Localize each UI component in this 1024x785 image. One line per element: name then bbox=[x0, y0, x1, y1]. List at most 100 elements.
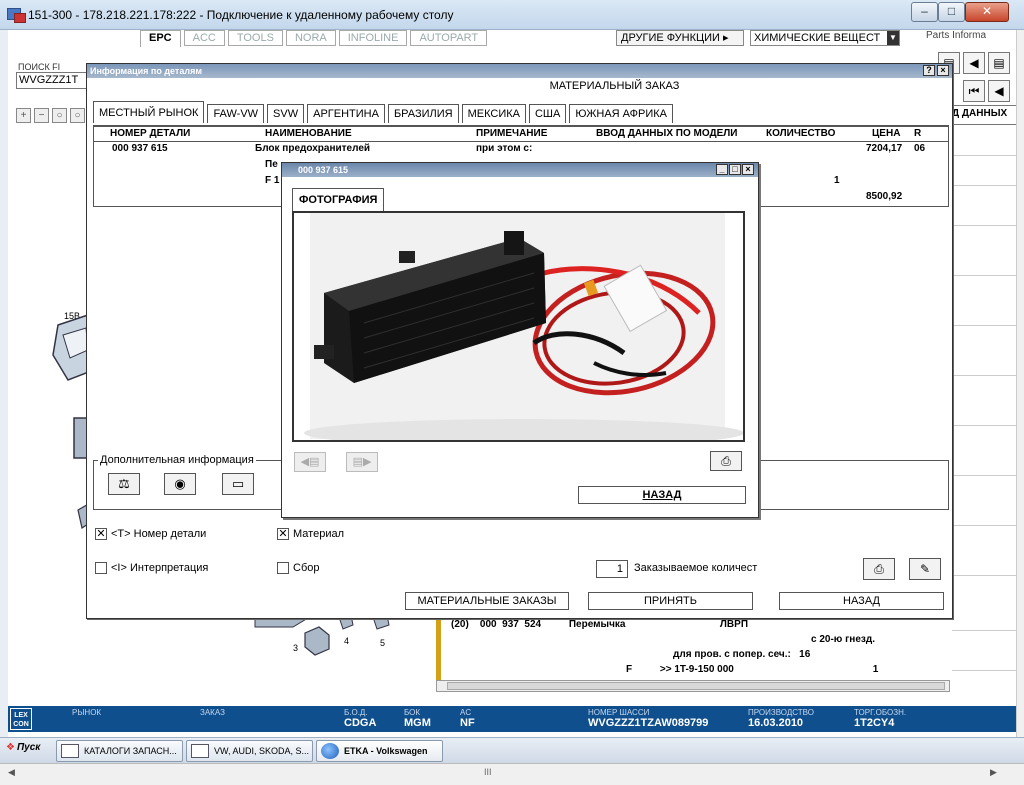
checkbox-checked[interactable]: ✕ bbox=[277, 528, 289, 540]
list-item: с 20-ю гнезд. bbox=[811, 634, 875, 645]
market-tabs: МЕСТНЫЙ РЫНОК FAW-VW SVW АРГЕНТИНА БРАЗИ… bbox=[93, 101, 676, 123]
scroll-right-icon[interactable]: ▶ bbox=[990, 767, 997, 778]
part-number: 000 937 615 bbox=[112, 143, 168, 154]
scroll-thumb[interactable] bbox=[447, 682, 945, 690]
task-label: VW, AUDI, SKODA, S... bbox=[214, 746, 310, 756]
first-page-icon[interactable]: ⏮ bbox=[963, 80, 985, 102]
checkbox-label: Материал bbox=[293, 528, 344, 540]
tab-epc[interactable]: EPC bbox=[140, 30, 181, 47]
table-row[interactable]: 000 937 615 Блок предохранителей при это… bbox=[94, 142, 948, 158]
tab-autopart[interactable]: AUTOPART bbox=[410, 30, 488, 46]
scale-icon[interactable]: ⚖ bbox=[108, 473, 140, 495]
zoom-reset-icon[interactable]: ○ bbox=[70, 108, 85, 123]
bod-label: Б.О.Д. bbox=[344, 708, 368, 717]
doc-icon[interactable]: ▤ bbox=[988, 52, 1010, 74]
photo-dialog: 000 937 615 _ □ × ФОТОГРАФИЯ ◀▤ ▤▶ ⎙ НАЗ… bbox=[281, 162, 759, 518]
help-icon[interactable]: ? bbox=[923, 65, 935, 76]
accept-button[interactable]: ПРИНЯТЬ bbox=[588, 592, 753, 610]
checkbox-unchecked[interactable] bbox=[95, 562, 107, 574]
tab-nora[interactable]: NORA bbox=[285, 30, 336, 46]
edit-icon[interactable]: ✎ bbox=[909, 558, 941, 580]
col-qty: КОЛИЧЕСТВО bbox=[766, 128, 836, 139]
ac-value: NF bbox=[460, 717, 475, 729]
order-quantity-label: Заказываемое количест bbox=[634, 562, 758, 574]
col-r: R bbox=[914, 128, 922, 139]
material-orders-button[interactable]: МАТЕРИАЛЬНЫЕ ЗАКАЗЫ bbox=[405, 592, 569, 610]
start-button[interactable]: Пуск bbox=[6, 742, 40, 753]
diagram-label: 4 bbox=[344, 636, 350, 646]
right-scrollbar[interactable] bbox=[1016, 30, 1024, 737]
bottom-hscrollbar[interactable]: ◀ III ▶ bbox=[0, 763, 1024, 785]
next-photo-icon[interactable]: ▤▶ bbox=[346, 452, 378, 472]
chassis-value: WVGZZZ1TZAW089799 bbox=[588, 717, 709, 729]
close-button[interactable]: ✕ bbox=[965, 2, 1009, 22]
task-etka[interactable]: ETKA - Volkswagen bbox=[316, 740, 443, 762]
col-price: ЦЕНА bbox=[872, 128, 901, 139]
dialog-title: Информация по деталям bbox=[90, 66, 202, 76]
col-model: ВВОД ДАННЫХ ПО МОДЕЛИ bbox=[596, 128, 738, 139]
zoom-fit-icon[interactable]: ○ bbox=[52, 108, 67, 123]
printer-icon[interactable]: ⎙ bbox=[710, 451, 742, 471]
tab-tools[interactable]: TOOLS bbox=[227, 30, 283, 46]
order-quantity-input[interactable]: 1 bbox=[596, 560, 628, 578]
tab-photo[interactable]: ФОТОГРАФИЯ bbox=[292, 188, 385, 211]
task-label: ETKA - Volkswagen bbox=[344, 746, 428, 756]
zoom-in-icon[interactable]: + bbox=[16, 108, 31, 123]
scroll-grip[interactable]: III bbox=[484, 767, 492, 777]
tab-brazil[interactable]: БРАЗИЛИЯ bbox=[387, 104, 459, 123]
fuse-block-photo bbox=[304, 213, 744, 447]
tab-south-africa[interactable]: ЮЖНАЯ АФРИКА bbox=[569, 104, 673, 123]
tab-mexico[interactable]: МЕКСИКА bbox=[461, 104, 526, 123]
list-hscrollbar[interactable] bbox=[436, 680, 950, 692]
back-page-icon[interactable]: ◀ bbox=[963, 52, 985, 74]
tab-usa[interactable]: США bbox=[528, 104, 567, 123]
search-label: ПОИСК FI bbox=[18, 62, 61, 72]
scroll-left-icon[interactable]: ◀ bbox=[8, 767, 15, 778]
trade-label: ТОРГ.ОБОЗН. bbox=[854, 708, 907, 717]
bok-label: БОК bbox=[404, 708, 421, 717]
part-qty: 1 bbox=[834, 175, 840, 186]
material-checkbox[interactable]: ✕ Материал bbox=[277, 528, 344, 540]
part-number-checkbox[interactable]: ✕ <T> Номер детали bbox=[95, 528, 206, 540]
maximize-button[interactable]: □ bbox=[938, 2, 965, 22]
back-button[interactable]: НАЗАД bbox=[779, 592, 944, 610]
tab-infoline[interactable]: INFOLINE bbox=[338, 30, 408, 46]
prev-photo-icon[interactable]: ◀▤ bbox=[294, 452, 326, 472]
col-name: НАИМЕНОВАНИЕ bbox=[265, 128, 352, 139]
chemicals-select[interactable]: ХИМИЧЕСКИЕ ВЕЩЕСТ ▼ bbox=[750, 30, 900, 46]
interpretation-checkbox[interactable]: <I> Интерпретация bbox=[95, 562, 208, 574]
window-icon bbox=[191, 744, 209, 758]
col-part-no: НОМЕР ДЕТАЛИ bbox=[110, 128, 191, 139]
part-name: Блок предохранителей bbox=[255, 143, 371, 154]
minimize-icon[interactable]: _ bbox=[716, 164, 728, 175]
checkbox-unchecked[interactable] bbox=[277, 562, 289, 574]
parts-info-label: Parts Informa bbox=[926, 30, 987, 41]
tab-svw[interactable]: SVW bbox=[267, 104, 305, 123]
tab-faw-vw[interactable]: FAW-VW bbox=[207, 104, 265, 123]
tab-local-market[interactable]: МЕСТНЫЙ РЫНОК bbox=[93, 101, 205, 123]
remote-desktop-icon bbox=[7, 8, 26, 23]
minimize-button[interactable]: – bbox=[911, 2, 938, 22]
checkbox-checked[interactable]: ✕ bbox=[95, 528, 107, 540]
tab-argentina[interactable]: АРГЕНТИНА bbox=[307, 104, 385, 123]
camera-icon[interactable]: ◉ bbox=[164, 473, 196, 495]
printer-icon[interactable]: ⎙ bbox=[863, 558, 895, 580]
assembly-checkbox[interactable]: Сбор bbox=[277, 562, 319, 574]
task-catalogs[interactable]: КАТАЛОГИ ЗАПАСН... bbox=[56, 740, 183, 762]
close-icon[interactable]: × bbox=[742, 164, 754, 175]
frame-icon[interactable]: ▭ bbox=[222, 473, 254, 495]
search-input[interactable]: WVGZZZ1T bbox=[16, 72, 96, 89]
production-value: 16.03.2010 bbox=[748, 717, 804, 729]
tab-acc[interactable]: ACC bbox=[183, 30, 225, 46]
maximize-icon[interactable]: □ bbox=[729, 164, 741, 175]
chevron-down-icon: ▼ bbox=[887, 31, 899, 45]
prev-page-icon[interactable]: ◀ bbox=[988, 80, 1010, 102]
diagram-label: 3 bbox=[293, 643, 299, 653]
zoom-out-icon[interactable]: − bbox=[34, 108, 49, 123]
other-functions-button[interactable]: ДРУГИЕ ФУНКЦИИ ▸ bbox=[616, 30, 744, 46]
close-icon[interactable]: × bbox=[937, 65, 949, 76]
list-item[interactable]: (20) 000 937 524 Перемычка ЛВРП bbox=[451, 619, 748, 630]
task-vw-audi[interactable]: VW, AUDI, SKODA, S... bbox=[186, 740, 313, 762]
photo-back-button[interactable]: НАЗАД bbox=[578, 486, 746, 504]
photo-titlebar: 000 937 615 _ □ × bbox=[282, 163, 758, 177]
